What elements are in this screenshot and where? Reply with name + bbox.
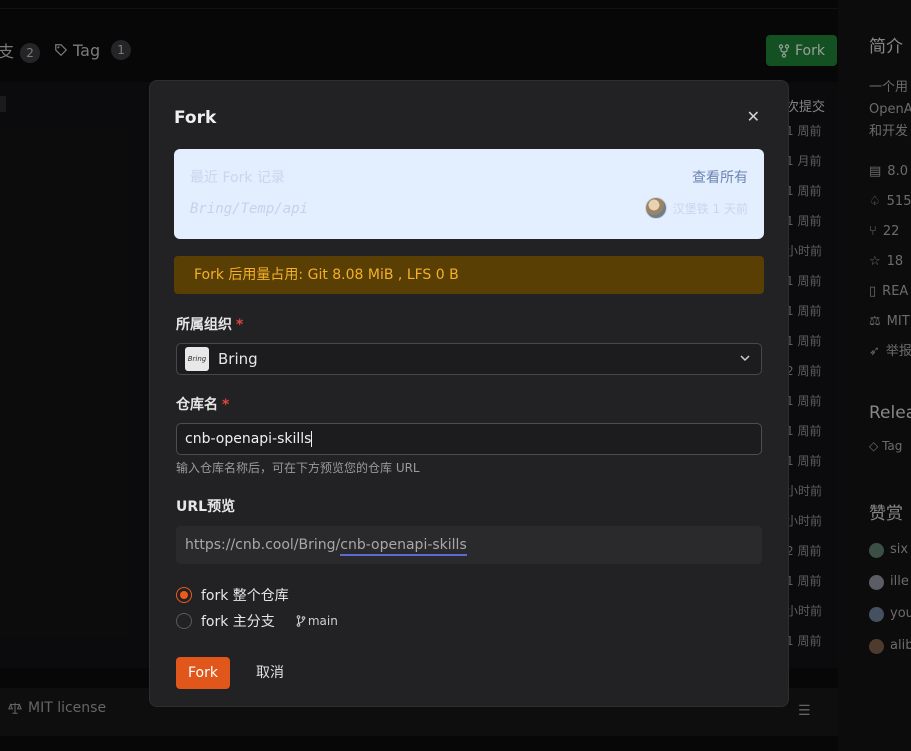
org-logo: Bring [185,347,209,371]
branch-icon [296,615,306,627]
option-main-branch[interactable]: fork 主分支 main [176,611,338,631]
org-label: 所属组织 * [176,317,244,333]
dialog-title: Fork [174,108,217,128]
branch-name: main [307,614,338,628]
url-slug: cnb-openapi-skills [340,537,467,556]
radio-unselected[interactable] [176,613,192,629]
url-prefix: https://cnb.cool/Bring/ [185,537,341,553]
option-label: fork 整个仓库 [201,588,289,604]
required-mark: * [222,397,230,413]
repo-name-label: 仓库名 * [176,397,230,413]
cancel-button[interactable]: 取消 [256,657,284,689]
radio-selected[interactable] [176,587,192,603]
required-mark: * [236,317,244,333]
usage-notice: Fork 后用量占用: Git 8.08 MiB , LFS 0 B [174,256,764,294]
option-label: fork 主分支 [201,614,275,630]
view-all-link[interactable]: 查看所有 [692,167,748,187]
option-full-repo[interactable]: fork 整个仓库 [176,585,289,605]
recent-forks-title: 最近 Fork 记录 [190,170,285,186]
repo-name-input[interactable]: cnb-openapi-skills [176,423,762,455]
chevron-down-icon [740,355,750,362]
url-preview-label: URL预览 [176,499,236,515]
text-caret [311,431,313,447]
url-preview: https://cnb.cool/Bring/cnb-openapi-skill… [176,526,762,564]
org-select[interactable]: Bring Bring [176,343,762,375]
repo-name-hint: 输入仓库名称后，可在下方预览您的仓库 URL [176,461,420,475]
submit-fork-button[interactable]: Fork [176,657,230,689]
avatar [644,197,667,219]
recent-forks-panel: 最近 Fork 记录 查看所有 Bring/Temp/api 汉堡铁 1 天前 [174,149,764,239]
recent-fork-by: 汉堡铁 1 天前 [672,201,748,216]
close-icon[interactable]: ✕ [747,107,760,126]
org-select-value: Bring [218,350,258,368]
fork-dialog: Fork ✕ 最近 Fork 记录 查看所有 Bring/Temp/api 汉堡… [149,80,789,707]
recent-fork-path[interactable]: Bring/Temp/api [190,201,308,217]
repo-name-value: cnb-openapi-skills [185,431,312,447]
branch-tag: main [296,614,338,628]
recent-fork-meta: 汉堡铁 1 天前 [644,197,748,219]
